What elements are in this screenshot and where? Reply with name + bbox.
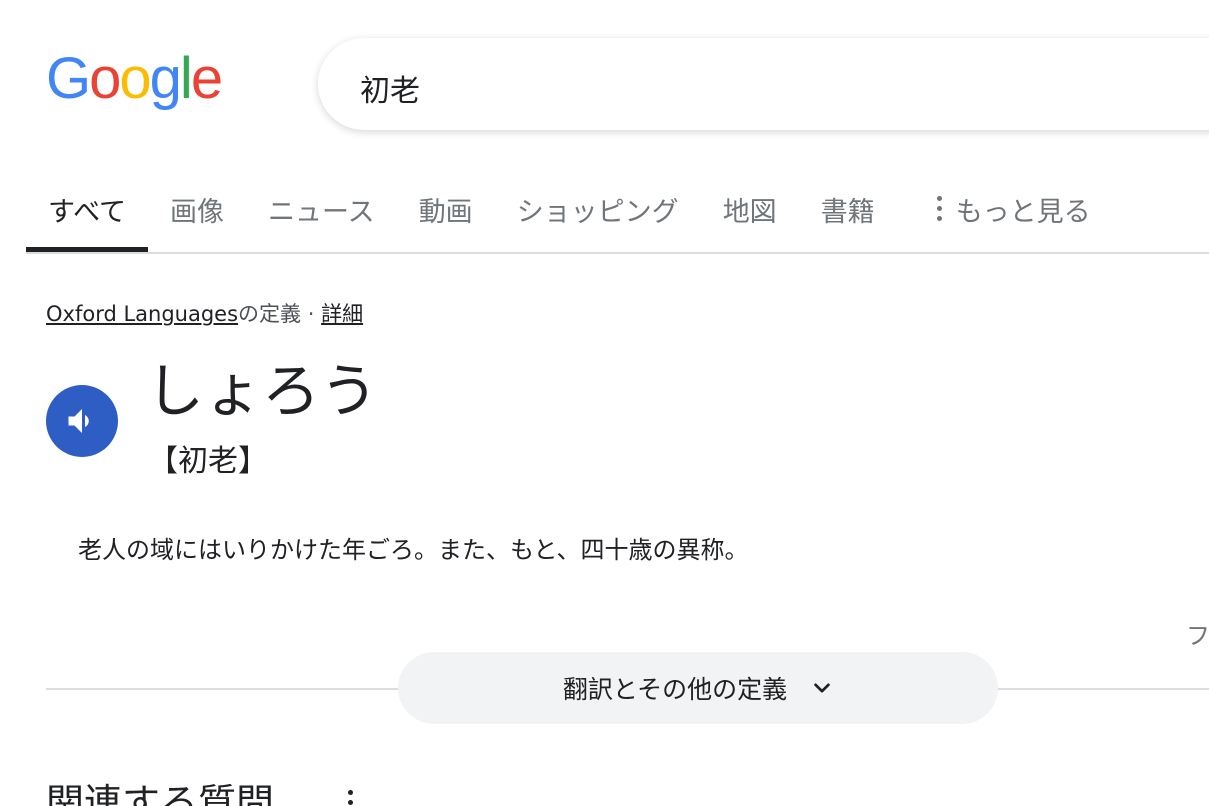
dictionary-source: Oxford Languagesの定義 · 詳細 xyxy=(46,298,363,328)
oxford-languages-link[interactable]: Oxford Languages xyxy=(46,302,238,326)
details-link[interactable]: 詳細 xyxy=(321,302,363,326)
tab-videos[interactable]: 動画 xyxy=(397,176,495,252)
more-definitions-label: 翻訳とその他の定義 xyxy=(562,675,788,704)
logo-letter: o xyxy=(119,46,151,111)
headword-kanji: 【初老】 xyxy=(148,444,268,479)
related-questions-heading: 関連する質問 xyxy=(46,781,275,806)
search-box[interactable]: 初老 xyxy=(318,38,1209,130)
tab-maps[interactable]: 地図 xyxy=(701,176,799,252)
source-suffix: の定義 · xyxy=(238,302,322,326)
pronunciation-button[interactable] xyxy=(46,385,118,457)
search-tabs: すべて 画像 ニュース 動画 ショッピング 地図 書籍 もっと見る xyxy=(26,176,1113,252)
tab-all[interactable]: すべて xyxy=(26,176,149,252)
tab-news[interactable]: ニュース xyxy=(246,176,397,252)
tab-books[interactable]: 書籍 xyxy=(799,176,897,252)
logo-letter: e xyxy=(190,46,223,111)
definition-text: 老人の域にはいりかけた年ごろ。また、もと、四十歳の異称。 xyxy=(78,536,749,564)
google-logo[interactable]: Google xyxy=(46,46,223,111)
search-input[interactable]: 初老 xyxy=(360,66,420,110)
tabs-divider xyxy=(26,252,1209,254)
tab-images[interactable]: 画像 xyxy=(148,176,246,252)
logo-letter: g xyxy=(149,46,182,111)
logo-letter: o xyxy=(89,46,121,111)
tab-shopping[interactable]: ショッピング xyxy=(495,176,701,252)
feedback-link-fragment[interactable]: フ xyxy=(1186,616,1209,651)
chevron-down-icon xyxy=(811,677,833,699)
search-results-page: Google 初老 すべて 画像 ニュース 動画 ショッピング 地図 書籍 もっ… xyxy=(0,0,1209,806)
volume-icon xyxy=(68,409,89,433)
more-vert-icon xyxy=(936,192,942,224)
logo-letter: G xyxy=(46,46,91,111)
tab-more-label: もっと見る xyxy=(955,197,1091,228)
tab-more[interactable]: もっと見る xyxy=(897,176,1113,252)
headword: しょろう xyxy=(146,357,379,425)
more-vert-icon[interactable] xyxy=(348,790,353,806)
logo-letter: l xyxy=(179,46,193,111)
more-definitions-button[interactable]: 翻訳とその他の定義 xyxy=(398,652,998,724)
